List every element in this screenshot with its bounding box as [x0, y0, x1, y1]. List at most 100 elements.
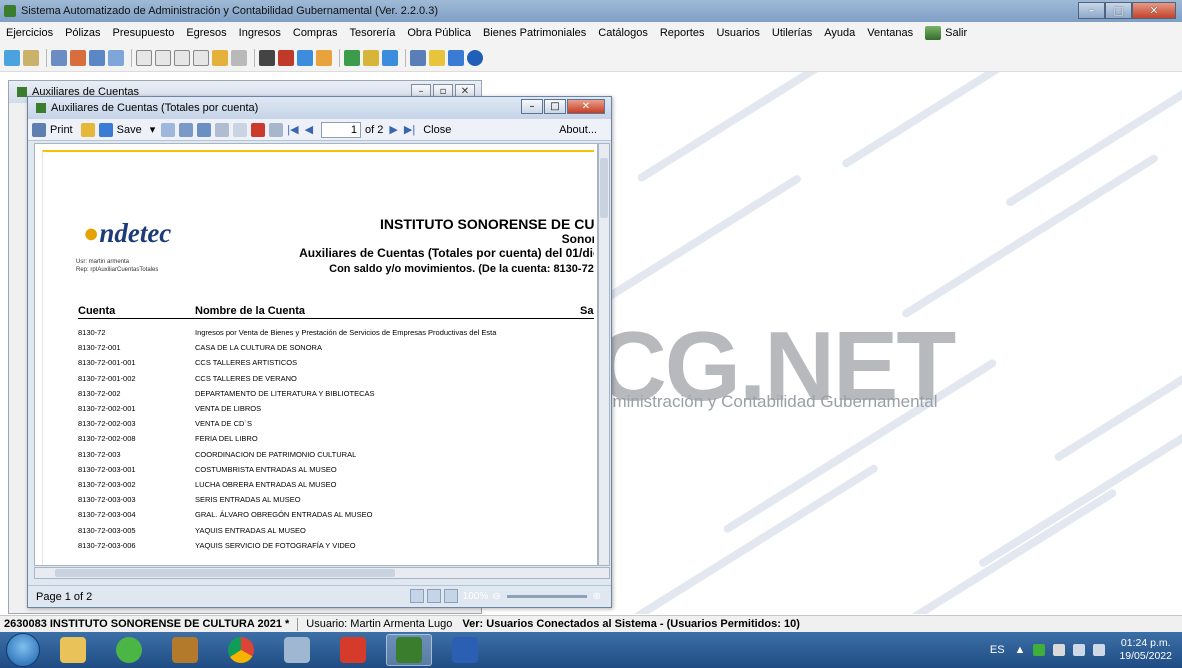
form-d-icon[interactable] [155, 49, 171, 66]
minimize-button[interactable]: – [1078, 2, 1105, 19]
find-icon[interactable] [179, 122, 194, 137]
help-icon[interactable] [467, 49, 483, 66]
money-icon[interactable] [212, 49, 228, 66]
box-icon[interactable] [316, 49, 332, 66]
save-icon[interactable] [98, 122, 113, 137]
menu-ayuda[interactable]: Ayuda [824, 27, 855, 39]
zoom-in-icon[interactable]: ⊕ [593, 591, 601, 602]
menu-ejercicios[interactable]: Ejercicios [6, 27, 53, 39]
menu-salir[interactable]: Salir [945, 27, 967, 39]
tray-expand-icon[interactable]: ▲ [1015, 644, 1026, 656]
taskbar-media[interactable] [106, 634, 152, 666]
network-icon[interactable] [382, 49, 398, 66]
search-icon[interactable] [429, 49, 445, 66]
chart-icon[interactable] [70, 49, 86, 66]
vertical-scrollbar[interactable] [598, 143, 610, 566]
link-icon[interactable] [231, 49, 247, 66]
calendar-icon[interactable] [89, 49, 105, 66]
taskbar-explorer[interactable] [50, 634, 96, 666]
copy-icon[interactable] [233, 122, 248, 137]
menu-usuarios[interactable]: Usuarios [716, 27, 759, 39]
language-indicator[interactable]: ES [990, 644, 1005, 656]
menu-bienes-patrimoniales[interactable]: Bienes Patrimoniales [483, 27, 586, 39]
volume-icon[interactable] [1053, 644, 1066, 656]
connected-users-link[interactable]: Ver: Usuarios Conectados al Sistema - (U… [462, 618, 799, 630]
open-folder-icon[interactable] [80, 122, 95, 137]
taskbar-word[interactable] [442, 634, 488, 666]
report-canvas[interactable]: ●ndetec INSTITUTO SONORENSE DE CUL Sonor… [34, 143, 598, 566]
menu-obra-publica[interactable]: Obra Pública [407, 27, 471, 39]
save-dropdown-icon[interactable]: ▾ [150, 123, 156, 136]
report-titlebar[interactable]: Auxiliares de Cuentas (Totales por cuent… [28, 97, 611, 119]
prev-page-icon[interactable]: ◀ [305, 123, 313, 136]
menu-ventanas[interactable]: Ventanas [867, 27, 913, 39]
save-icon[interactable] [448, 49, 464, 66]
menu-catalogos[interactable]: Catálogos [598, 27, 648, 39]
form-c-icon[interactable] [136, 49, 152, 66]
form-p-icon[interactable] [193, 49, 209, 66]
sync-icon[interactable] [1093, 644, 1106, 656]
report-minimize-button[interactable]: – [521, 99, 543, 114]
about-button[interactable]: About... [559, 124, 597, 136]
taskbar-chrome[interactable] [218, 634, 264, 666]
users-icon[interactable] [51, 49, 67, 66]
toolbar-separator [339, 48, 340, 67]
report-maximize-button[interactable]: □ [544, 99, 566, 114]
menu-egresos[interactable]: Egresos [186, 27, 226, 39]
menu-ingresos[interactable]: Ingresos [239, 27, 281, 39]
truck-icon[interactable] [278, 49, 294, 66]
cancel-icon[interactable] [251, 122, 266, 137]
tools-icon[interactable] [363, 49, 379, 66]
next-page-icon[interactable]: ▶ [389, 123, 397, 136]
horizontal-scrollbar[interactable] [34, 567, 610, 579]
email-icon[interactable] [161, 122, 176, 137]
menu-tesoreria[interactable]: Tesorería [350, 27, 396, 39]
menu-compras[interactable]: Compras [293, 27, 338, 39]
thumbnail-icon[interactable] [269, 122, 284, 137]
single-page-icon[interactable] [409, 589, 424, 603]
menu-polizas[interactable]: Pólizas [65, 27, 100, 39]
tree-icon[interactable] [410, 49, 426, 66]
acrobat-icon [340, 637, 366, 663]
zoom-out-icon[interactable]: ⊖ [492, 591, 500, 602]
clock[interactable]: 01:24 p.m. 19/05/2022 [1119, 637, 1172, 663]
taskbar-cgnet[interactable] [386, 634, 432, 666]
last-page-icon[interactable]: ▶| [404, 123, 415, 136]
report-close-button[interactable]: ✕ [567, 99, 605, 114]
report-title: Auxiliares de Cuentas (Totales por cuent… [51, 102, 259, 114]
exit-icon[interactable] [925, 26, 942, 40]
menu-reportes[interactable]: Reportes [660, 27, 705, 39]
start-button[interactable] [6, 633, 40, 667]
print-button[interactable]: Print [50, 124, 73, 136]
menu-utilerias[interactable]: Utilerías [772, 27, 812, 39]
document-icon[interactable] [23, 49, 39, 66]
menu-presupuesto[interactable]: Presupuesto [113, 27, 175, 39]
maximize-button[interactable]: □ [1105, 2, 1132, 19]
two-page-icon[interactable] [426, 589, 441, 603]
form-e-icon[interactable] [174, 49, 190, 66]
taskbar-app[interactable] [162, 634, 208, 666]
save-button[interactable]: Save [117, 124, 142, 136]
taskbar-acrobat[interactable] [330, 634, 376, 666]
close-button[interactable]: ✕ [1132, 2, 1176, 19]
network-icon[interactable] [1073, 644, 1086, 656]
row-nombre: VENTA DE CD´S [195, 419, 252, 429]
zoom-slider[interactable] [506, 594, 587, 598]
page-number-input[interactable]: 1 [321, 121, 362, 138]
export-icon[interactable] [215, 122, 230, 137]
grid-icon[interactable] [108, 49, 124, 66]
report-icon[interactable] [344, 49, 360, 66]
zoom-value: 100% [462, 590, 489, 602]
taskbar-calculator[interactable] [274, 634, 320, 666]
clipboard-icon[interactable] [259, 49, 275, 66]
refresh-icon[interactable] [4, 49, 20, 66]
clock-date: 19/05/2022 [1119, 650, 1172, 662]
print-icon[interactable] [32, 122, 46, 137]
close-report-button[interactable]: Close [423, 124, 451, 136]
page-setup-icon[interactable] [197, 122, 212, 137]
first-page-icon[interactable]: |◀ [287, 123, 298, 136]
security-icon[interactable] [1033, 644, 1046, 656]
column-cuenta: Cuenta [78, 305, 116, 317]
paint-icon[interactable] [297, 49, 313, 66]
multi-page-icon[interactable] [443, 589, 458, 603]
